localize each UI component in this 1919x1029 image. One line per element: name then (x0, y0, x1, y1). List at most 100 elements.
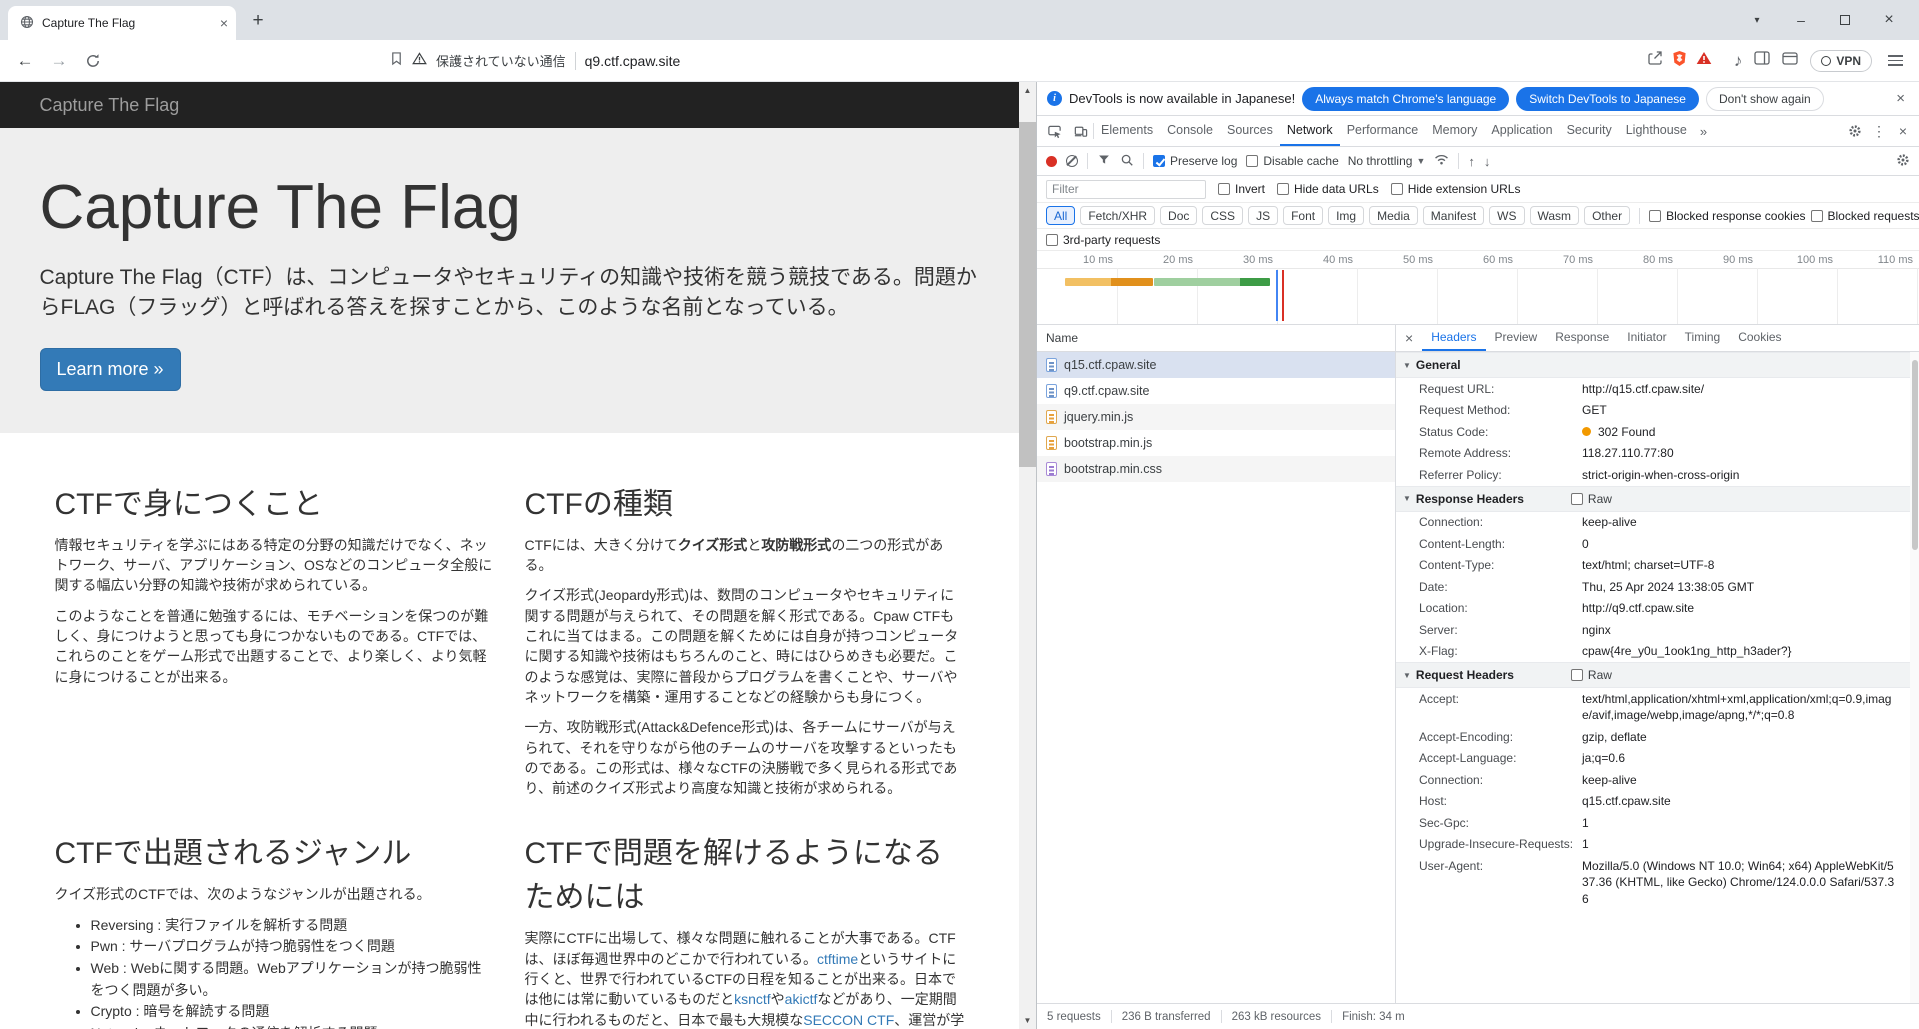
minimize-button[interactable]: – (1779, 0, 1823, 40)
detail-tab-preview[interactable]: Preview (1486, 325, 1547, 351)
request-row-bootstrap-css[interactable]: bootstrap.min.css (1037, 456, 1395, 482)
back-icon[interactable]: ← (10, 46, 40, 76)
detail-tab-initiator[interactable]: Initiator (1618, 325, 1675, 351)
page-scrollbar[interactable]: ▲ ▼ (1019, 82, 1036, 1029)
chip-css[interactable]: CSS (1202, 206, 1244, 225)
network-settings-gear-icon[interactable] (1896, 153, 1910, 170)
devtools-menu-icon[interactable]: ⋮ (1867, 117, 1891, 145)
headers-scrollbar-thumb[interactable] (1911, 360, 1918, 550)
share-icon[interactable] (1647, 50, 1663, 71)
devtools-tab-memory[interactable]: Memory (1425, 116, 1484, 146)
chip-ws[interactable]: WS (1489, 206, 1525, 225)
security-status-text[interactable]: 保護されていない通信 (436, 51, 566, 70)
invert-checkbox[interactable]: Invert (1218, 182, 1265, 196)
blocked-warning-icon[interactable] (1696, 51, 1712, 70)
link-ctftime[interactable]: ctftime (817, 951, 858, 967)
new-tab-button[interactable]: + (244, 7, 272, 35)
detail-tab-headers[interactable]: Headers (1422, 325, 1486, 351)
blocked-requests-checkbox[interactable]: Blocked requests (1810, 209, 1919, 223)
wallet-icon[interactable] (1782, 51, 1798, 70)
filter-funnel-icon[interactable] (1097, 153, 1111, 169)
chip-js[interactable]: JS (1248, 206, 1279, 225)
notice-close-icon[interactable]: × (1892, 90, 1909, 107)
chip-wasm[interactable]: Wasm (1529, 206, 1580, 225)
sidebar-icon[interactable] (1754, 51, 1770, 70)
response-raw-checkbox[interactable]: Raw (1570, 492, 1612, 506)
close-window-button[interactable]: × (1867, 0, 1911, 40)
throttling-dropdown[interactable]: No throttling ▼ (1348, 154, 1426, 168)
learn-more-button[interactable]: Learn more » (39, 347, 181, 391)
chip-img[interactable]: Img (1328, 206, 1365, 225)
device-toolbar-icon[interactable] (1067, 116, 1093, 146)
media-control-icon[interactable]: ♪ (1734, 51, 1743, 71)
devtools-close-icon[interactable]: × (1891, 117, 1915, 145)
hide-extension-urls-checkbox[interactable]: Hide extension URLs (1390, 182, 1520, 196)
chip-font[interactable]: Font (1283, 206, 1324, 225)
vpn-button[interactable]: VPN (1810, 49, 1872, 72)
maximize-button[interactable] (1823, 0, 1867, 40)
scrollbar-up-icon[interactable]: ▲ (1019, 82, 1036, 99)
switch-devtools-japanese-button[interactable]: Switch DevTools to Japanese (1516, 86, 1699, 111)
collapse-triangle-icon[interactable]: ▼ (1403, 671, 1411, 680)
link-ksnctf[interactable]: ksnctf (734, 991, 771, 1007)
chip-doc[interactable]: Doc (1160, 206, 1198, 225)
devtools-tab-application[interactable]: Application (1484, 116, 1559, 146)
request-raw-checkbox[interactable]: Raw (1570, 668, 1612, 682)
clear-network-log-icon[interactable] (1066, 155, 1078, 167)
close-detail-icon[interactable]: × (1396, 330, 1422, 346)
brave-shield-icon[interactable] (1672, 50, 1687, 72)
third-party-requests-checkbox[interactable]: 3rd-party requests (1046, 233, 1160, 247)
always-match-language-button[interactable]: Always match Chrome's language (1302, 86, 1510, 111)
devtools-tab-sources[interactable]: Sources (1220, 116, 1280, 146)
link-akictf[interactable]: akictf (785, 991, 818, 1007)
blocked-response-cookies-checkbox[interactable]: Blocked response cookies (1649, 209, 1806, 223)
devtools-tab-lighthouse[interactable]: Lighthouse (1619, 116, 1694, 146)
address-bar[interactable]: 保護されていない通信 q9.ctf.cpaw.site (118, 44, 1724, 78)
inspect-element-icon[interactable] (1041, 116, 1067, 146)
detail-tab-timing[interactable]: Timing (1676, 325, 1730, 351)
url-text[interactable]: q9.ctf.cpaw.site (585, 53, 681, 69)
devtools-tab-performance[interactable]: Performance (1340, 116, 1426, 146)
more-tabs-icon[interactable]: » (1694, 124, 1713, 139)
scrollbar-down-icon[interactable]: ▼ (1019, 1012, 1036, 1029)
chip-fetch-xhr[interactable]: Fetch/XHR (1080, 206, 1156, 225)
tab-search-icon[interactable]: ▾ (1735, 0, 1779, 40)
preserve-log-checkbox[interactable]: Preserve log (1153, 154, 1237, 168)
tab-close-icon[interactable]: × (220, 15, 228, 31)
detail-tab-response[interactable]: Response (1546, 325, 1618, 351)
chip-media[interactable]: Media (1369, 206, 1418, 225)
dont-show-again-button[interactable]: Don't show again (1705, 86, 1824, 111)
request-row-q15[interactable]: q15.ctf.cpaw.site (1037, 352, 1395, 378)
collapse-triangle-icon[interactable]: ▼ (1403, 361, 1411, 370)
link-seccon-ctf[interactable]: SECCON CTF (803, 1012, 894, 1028)
request-row-q9[interactable]: q9.ctf.cpaw.site (1037, 378, 1395, 404)
devtools-tab-console[interactable]: Console (1160, 116, 1220, 146)
chip-other[interactable]: Other (1584, 206, 1631, 225)
headers-scrollbar[interactable] (1910, 352, 1919, 1003)
devtools-tab-elements[interactable]: Elements (1094, 116, 1160, 146)
chip-all[interactable]: All (1046, 206, 1076, 225)
devtools-tab-network[interactable]: Network (1279, 116, 1340, 146)
request-row-jquery[interactable]: jquery.min.js (1037, 404, 1395, 430)
network-filter-input[interactable] (1046, 179, 1206, 199)
network-conditions-wifi-icon[interactable] (1434, 154, 1449, 168)
site-brand[interactable]: Capture The Flag (40, 95, 180, 115)
import-har-icon[interactable]: ↑ (1468, 154, 1475, 169)
menu-icon[interactable] (1884, 51, 1907, 70)
bookmark-icon[interactable] (390, 51, 403, 71)
devtools-settings-gear-icon[interactable] (1843, 117, 1867, 145)
browser-tab[interactable]: Capture The Flag × (8, 6, 236, 40)
export-har-icon[interactable]: ↓ (1484, 154, 1491, 169)
forward-icon[interactable]: → (44, 46, 74, 76)
network-overview-timeline[interactable]: 10 ms 20 ms 30 ms 40 ms 50 ms 60 ms 70 m… (1037, 251, 1919, 325)
devtools-tab-security[interactable]: Security (1560, 116, 1619, 146)
disable-cache-checkbox[interactable]: Disable cache (1246, 154, 1339, 168)
record-network-log-button[interactable] (1046, 155, 1057, 167)
scrollbar-thumb[interactable] (1019, 122, 1036, 467)
collapse-triangle-icon[interactable]: ▼ (1403, 494, 1411, 503)
name-column-header[interactable]: Name (1037, 325, 1395, 352)
hide-data-urls-checkbox[interactable]: Hide data URLs (1277, 182, 1379, 196)
request-row-bootstrap-js[interactable]: bootstrap.min.js (1037, 430, 1395, 456)
reload-icon[interactable] (78, 46, 108, 76)
chip-manifest[interactable]: Manifest (1422, 206, 1485, 225)
